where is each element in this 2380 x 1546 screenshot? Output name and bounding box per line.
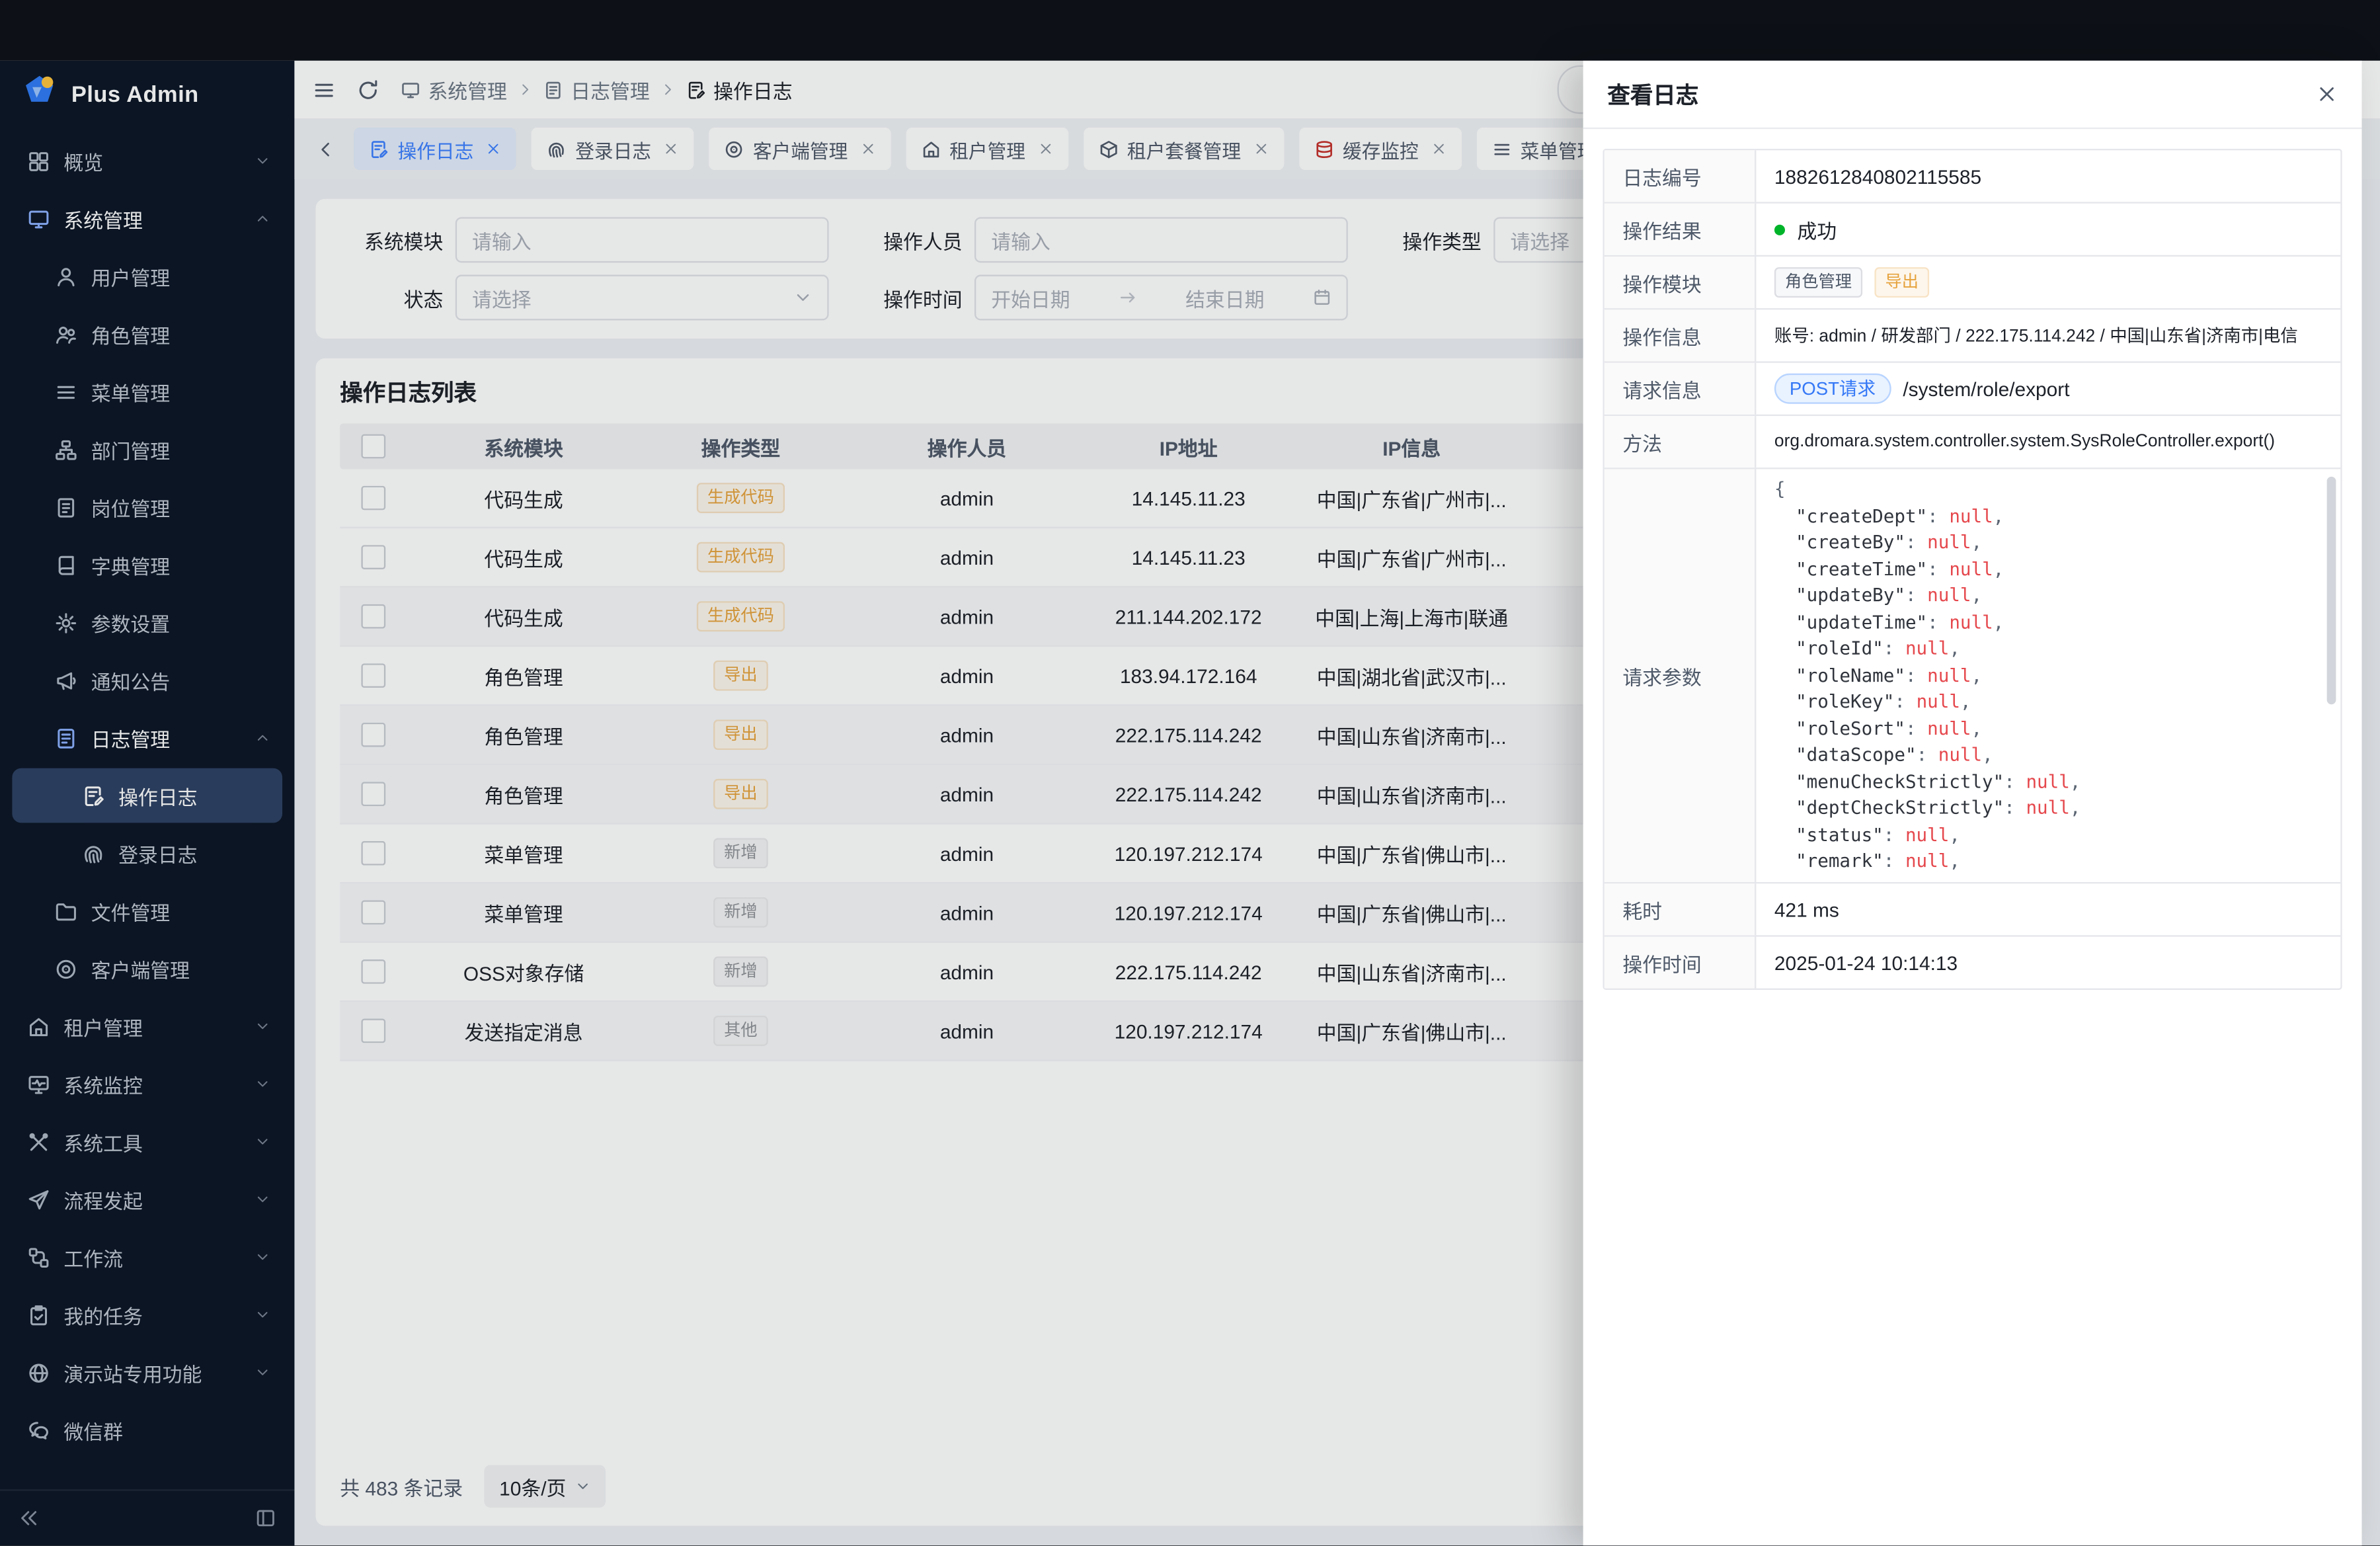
field-time: 操作时间 2025-01-24 10:14:13	[1605, 937, 2341, 989]
code-line: "updateTime": null,	[1774, 610, 2319, 636]
field-request: 请求信息 POST请求 /system/role/export	[1605, 363, 2341, 416]
code-line: "dataScope": null,	[1774, 743, 2319, 769]
module-tag: 角色管理	[1774, 267, 1862, 298]
code-line: "menuCheckStrictly": null,	[1774, 769, 2319, 795]
view-log-drawer: 查看日志 日志编号 1882612840802115585 操作结果 成功 操作…	[1583, 61, 2362, 1546]
status-text: 成功	[1797, 215, 1837, 244]
field-label: 方法	[1605, 416, 1757, 468]
field-result: 操作结果 成功	[1605, 204, 2341, 257]
code-line: "roleSort": null,	[1774, 716, 2319, 743]
field-value: 1882612840802115585	[1756, 150, 2340, 202]
code-line: "roleName": null,	[1774, 663, 2319, 689]
code-line: "createBy": null,	[1774, 530, 2319, 556]
field-label: 操作模块	[1605, 257, 1757, 308]
code-line: "createTime": null,	[1774, 556, 2319, 583]
log-detail-table: 日志编号 1882612840802115585 操作结果 成功 操作模块 角色…	[1603, 149, 2342, 990]
field-label: 日志编号	[1605, 150, 1757, 202]
drawer-title: 查看日志	[1607, 78, 2316, 110]
field-value: POST请求 /system/role/export	[1756, 363, 2340, 415]
field-value: 成功	[1756, 204, 2340, 255]
request-params-code: {"createDept": null,"createBy": null,"cr…	[1756, 469, 2340, 881]
code-line: {	[1774, 477, 2319, 503]
field-value: 421 ms	[1756, 883, 2340, 935]
field-request-params: 请求参数 {"createDept": null,"createBy": nul…	[1605, 469, 2341, 883]
field-label: 操作结果	[1605, 204, 1757, 255]
close-icon[interactable]	[2317, 83, 2338, 104]
field-value: org.dromara.system.controller.system.Sys…	[1756, 416, 2340, 468]
field-label: 请求信息	[1605, 363, 1757, 415]
field-label: 操作时间	[1605, 937, 1757, 989]
field-value: 2025-01-24 10:14:13	[1756, 937, 2340, 989]
request-url: /system/role/export	[1903, 378, 2069, 400]
success-status-dot	[1774, 224, 1785, 235]
code-scrollbar-thumb[interactable]	[2327, 477, 2336, 704]
field-info: 操作信息 账号: admin / 研发部门 / 222.175.114.242 …	[1605, 309, 2341, 362]
action-tag: 导出	[1874, 267, 1929, 298]
code-line: "updateBy": null,	[1774, 583, 2319, 610]
code-line: "remark": null,	[1774, 848, 2319, 875]
code-line: "status": null,	[1774, 822, 2319, 848]
field-value: 账号: admin / 研发部门 / 222.175.114.242 / 中国|…	[1756, 309, 2340, 361]
code-line: "deptCheckStrictly": null,	[1774, 795, 2319, 822]
field-module: 操作模块 角色管理 导出	[1605, 257, 2341, 309]
code-line: "roleId": null,	[1774, 636, 2319, 663]
field-duration: 耗时 421 ms	[1605, 883, 2341, 936]
drawer-header: 查看日志	[1583, 61, 2362, 129]
field-label: 操作信息	[1605, 309, 1757, 361]
json-code-block[interactable]: {"createDept": null,"createBy": null,"cr…	[1756, 469, 2340, 881]
field-value: 角色管理 导出	[1756, 257, 2340, 308]
drawer-body: 日志编号 1882612840802115585 操作结果 成功 操作模块 角色…	[1583, 129, 2362, 1546]
code-line: "roleKey": null,	[1774, 689, 2319, 715]
code-line: "createDept": null,	[1774, 503, 2319, 530]
field-label: 耗时	[1605, 883, 1757, 935]
post-method-tag: POST请求	[1774, 374, 1891, 404]
screen: Plus Admin 概览系统管理用户管理角色管理菜单管理部门管理岗位管理字典管…	[0, 0, 2380, 1546]
field-label: 请求参数	[1605, 469, 1757, 881]
field-method: 方法 org.dromara.system.controller.system.…	[1605, 416, 2341, 469]
field-log-id: 日志编号 1882612840802115585	[1605, 150, 2341, 203]
